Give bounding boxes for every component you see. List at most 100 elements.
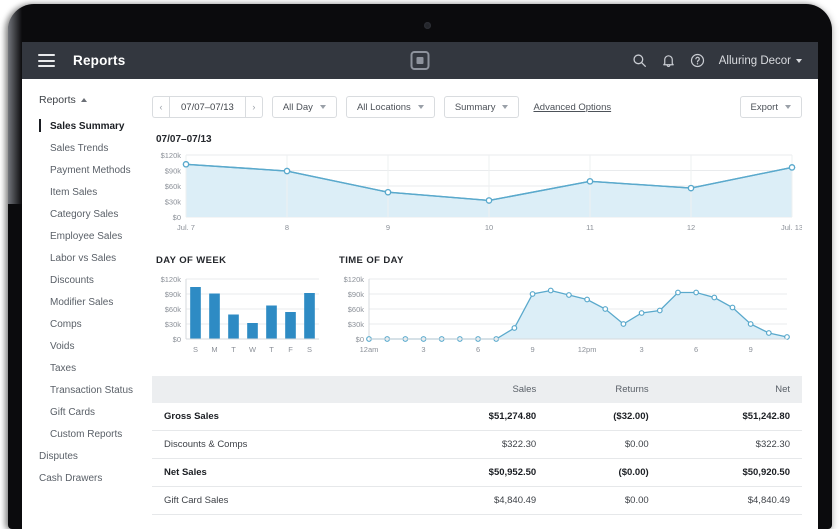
bar[interactable]: [209, 293, 220, 340]
y-axis-tick-label: $60k: [165, 182, 182, 191]
data-point[interactable]: [529, 291, 536, 297]
data-point[interactable]: [620, 321, 627, 327]
sidebar-item-discounts[interactable]: Discounts: [22, 269, 142, 291]
sidebar-item-label: Gift Cards: [50, 406, 96, 418]
x-axis-tick-label: T: [231, 345, 236, 354]
data-point[interactable]: [687, 184, 695, 192]
data-point[interactable]: [693, 289, 700, 296]
sidebar-item-transaction-status[interactable]: Transaction Status: [22, 379, 142, 401]
chevron-down-icon: [417, 105, 424, 109]
y-axis-tick-label: $90k: [165, 166, 182, 175]
location-filter-dropdown[interactable]: All Locations: [345, 96, 435, 118]
sidebar-item-voids[interactable]: Voids: [22, 335, 142, 357]
filter-toolbar: ‹ 07/07–07/13 › All Day All Locations Su…: [152, 79, 802, 118]
table-row[interactable]: Net Sales $50,952.50 ($0.00) $50,920.50: [152, 458, 802, 487]
view-filter-dropdown[interactable]: Summary: [443, 96, 520, 118]
sidebar-item-custom-reports[interactable]: Custom Reports: [22, 423, 142, 445]
sidebar-item-label: Cash Drawers: [39, 472, 103, 484]
data-point[interactable]: [547, 287, 554, 294]
data-point[interactable]: [566, 292, 572, 298]
bar[interactable]: [285, 312, 296, 339]
sidebar-item-category-sales[interactable]: Category Sales: [22, 203, 142, 225]
data-point[interactable]: [586, 178, 594, 185]
bar[interactable]: [190, 287, 201, 339]
y-axis-tick-label: $0: [173, 213, 181, 222]
data-point[interactable]: [729, 304, 736, 311]
sidebar-item-label: Voids: [50, 340, 75, 352]
data-point[interactable]: [765, 330, 772, 336]
data-point[interactable]: [675, 289, 681, 296]
data-point[interactable]: [283, 167, 291, 175]
camera-icon: [424, 22, 431, 29]
data-point[interactable]: [638, 310, 645, 316]
chevron-down-icon: [785, 105, 791, 109]
bar[interactable]: [304, 293, 315, 339]
data-point[interactable]: [788, 164, 796, 171]
sidebar-item-taxes[interactable]: Taxes: [22, 357, 142, 379]
data-point[interactable]: [511, 325, 518, 331]
data-point[interactable]: [384, 188, 392, 196]
sidebar-item-sales-summary[interactable]: Sales Summary: [22, 115, 142, 137]
hamburger-icon[interactable]: [38, 54, 55, 67]
table-column-header: Net: [660, 376, 802, 403]
date-prev-button[interactable]: ‹: [152, 96, 169, 118]
sidebar-item-disputes[interactable]: Disputes: [22, 445, 142, 467]
bar[interactable]: [266, 305, 277, 340]
view-filter-label: Summary: [454, 101, 496, 113]
sidebar-item-gift-cards[interactable]: Gift Cards: [22, 401, 142, 423]
data-point[interactable]: [182, 161, 190, 168]
x-axis-tick-label: 3: [640, 345, 644, 354]
x-axis-tick-label: M: [211, 345, 217, 354]
sidebar-item-labor-vs-sales[interactable]: Labor vs Sales: [22, 247, 142, 269]
time-of-day-panel: TIME OF DAY $0 $30k $60k $90k $120k 12am 3 6 9 12…: [335, 255, 802, 366]
sidebar-item-employee-sales[interactable]: Employee Sales: [22, 225, 142, 247]
sidebar-item-comps[interactable]: Comps: [22, 313, 142, 335]
sidebar-item-payment-methods[interactable]: Payment Methods: [22, 159, 142, 181]
advanced-options-link[interactable]: Advanced Options: [533, 102, 611, 113]
bar[interactable]: [247, 323, 258, 339]
sidebar-item-label: Custom Reports: [50, 428, 123, 440]
data-point[interactable]: [485, 197, 493, 204]
cell-sales: $51,274.80: [406, 403, 549, 431]
search-icon[interactable]: [632, 53, 647, 68]
sidebar-section-reports[interactable]: Reports: [22, 91, 142, 115]
time-filter-dropdown[interactable]: All Day: [271, 96, 337, 118]
account-label: Alluring Decor: [718, 54, 791, 67]
date-next-button[interactable]: ›: [245, 96, 263, 118]
x-axis-tick-label: Jul. 13: [781, 223, 802, 232]
sidebar-item-sales-trends[interactable]: Sales Trends: [22, 137, 142, 159]
table-row[interactable]: Discounts & Comps $322.30 $0.00 $322.30: [152, 430, 802, 459]
x-axis-tick-label: 9: [530, 345, 534, 354]
y-axis-tick-label: $0: [173, 335, 181, 344]
sidebar-item-label: Comps: [50, 318, 82, 330]
account-menu[interactable]: Alluring Decor: [719, 55, 802, 67]
data-point[interactable]: [747, 321, 754, 327]
row-label: Gift Card Sales: [152, 486, 407, 515]
day-of-week-chart-svg: $0 $30k $60k $90k $120k S M T W T F S: [161, 275, 319, 354]
y-axis-tick-label: $120k: [161, 151, 182, 160]
help-icon[interactable]: [690, 53, 705, 68]
sidebar-item-cash-drawers[interactable]: Cash Drawers: [22, 467, 142, 489]
data-point[interactable]: [602, 306, 609, 312]
date-range-picker[interactable]: ‹ 07/07–07/13 ›: [152, 96, 263, 118]
data-point[interactable]: [584, 296, 590, 303]
data-point[interactable]: [711, 294, 718, 301]
bell-icon[interactable]: [661, 53, 676, 68]
body-area: Reports Sales Summary Sales Trends Payment…: [22, 79, 818, 529]
x-axis-tick-label: Jul. 7: [177, 223, 195, 232]
data-point[interactable]: [656, 307, 663, 314]
x-axis-tick-label: 9: [749, 345, 753, 354]
table-row[interactable]: Gross Sales $51,274.80 ($32.00) $51,242.80: [152, 403, 802, 431]
sidebar-item-modifier-sales[interactable]: Modifier Sales: [22, 291, 142, 313]
cell-returns: ($0.00): [548, 458, 661, 487]
sidebar-item-item-sales[interactable]: Item Sales: [22, 181, 142, 203]
location-filter-label: All Locations: [356, 101, 411, 113]
sidebar-item-label: Disputes: [39, 450, 78, 462]
cell-returns: ($32.00): [548, 403, 661, 431]
date-range-value[interactable]: 07/07–07/13: [169, 96, 246, 118]
table-row[interactable]: Gift Card Sales $4,840.49 $0.00 $4,840.49: [152, 486, 802, 515]
bar[interactable]: [228, 314, 239, 340]
sidebar-item-label: Sales Trends: [50, 142, 109, 154]
export-button[interactable]: Export: [739, 96, 802, 118]
main-chart-title: 07/07–07/13: [156, 134, 212, 145]
